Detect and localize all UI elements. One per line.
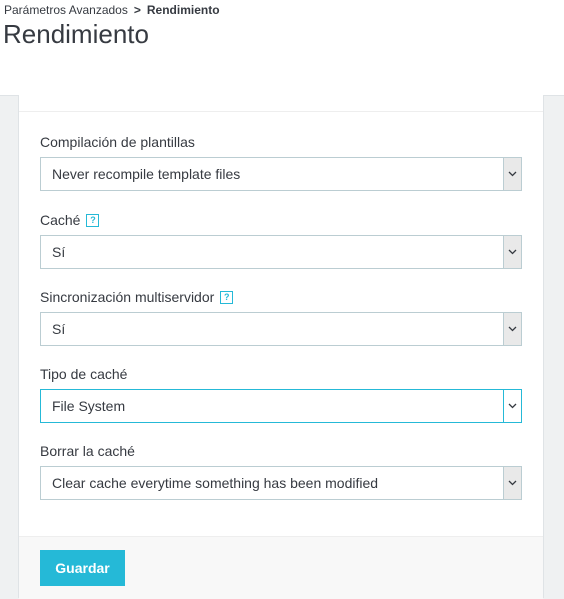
clear-cache-label: Borrar la caché: [40, 442, 522, 460]
chevron-down-icon[interactable]: [503, 313, 521, 345]
cache-type-label: Tipo de caché: [40, 365, 522, 383]
cache-select[interactable]: Sí: [40, 235, 522, 269]
breadcrumb-separator: >: [133, 3, 141, 17]
cache-type-label-text: Tipo de caché: [40, 366, 128, 382]
clear-cache-group: Borrar la caché Clear cache everytime so…: [40, 442, 522, 500]
clear-cache-label-text: Borrar la caché: [40, 443, 135, 459]
template-compilation-group: Compilación de plantillas Never recompil…: [40, 133, 522, 191]
multi-server-sync-value: Sí: [52, 321, 66, 337]
template-compilation-value: Never recompile template files: [52, 166, 241, 182]
breadcrumb-parent-link[interactable]: Parámetros Avanzados: [4, 3, 128, 17]
multi-server-sync-label: Sincronización multiservidor ?: [40, 288, 522, 306]
template-compilation-select[interactable]: Never recompile template files: [40, 157, 522, 191]
cache-type-select[interactable]: File System: [40, 389, 522, 423]
multi-server-sync-select[interactable]: Sí: [40, 312, 522, 346]
performance-panel: Compilación de plantillas Never recompil…: [18, 95, 544, 599]
cache-label: Caché ?: [40, 211, 522, 229]
clear-cache-select[interactable]: Clear cache everytime something has been…: [40, 466, 522, 500]
clear-cache-value: Clear cache everytime something has been…: [52, 475, 379, 491]
template-compilation-label-text: Compilación de plantillas: [40, 134, 195, 150]
page-title: Rendimiento: [3, 19, 149, 49]
cache-type-group: Tipo de caché File System: [40, 365, 522, 423]
panel-heading: [19, 95, 543, 112]
template-compilation-label: Compilación de plantillas: [40, 133, 522, 151]
cache-value: Sí: [52, 244, 66, 260]
breadcrumb: Parámetros Avanzados > Rendimiento: [4, 3, 220, 17]
multi-server-sync-label-text: Sincronización multiservidor: [40, 289, 215, 305]
panel-footer: Guardar: [19, 536, 543, 599]
multi-server-sync-group: Sincronización multiservidor ? Sí: [40, 288, 522, 346]
chevron-down-icon[interactable]: [503, 236, 521, 268]
page-header: Parámetros Avanzados > Rendimiento Rendimi…: [0, 0, 564, 95]
chevron-down-icon[interactable]: [503, 158, 521, 190]
breadcrumb-current: Rendimiento: [146, 3, 220, 17]
cache-group: Caché ? Sí: [40, 211, 522, 269]
chevron-down-icon[interactable]: [503, 390, 521, 422]
cache-type-value: File System: [52, 398, 126, 414]
chevron-down-icon[interactable]: [503, 467, 521, 499]
help-icon[interactable]: ?: [220, 290, 234, 304]
cache-label-text: Caché: [40, 212, 81, 228]
save-button[interactable]: Guardar: [40, 550, 125, 586]
help-icon[interactable]: ?: [86, 213, 100, 227]
